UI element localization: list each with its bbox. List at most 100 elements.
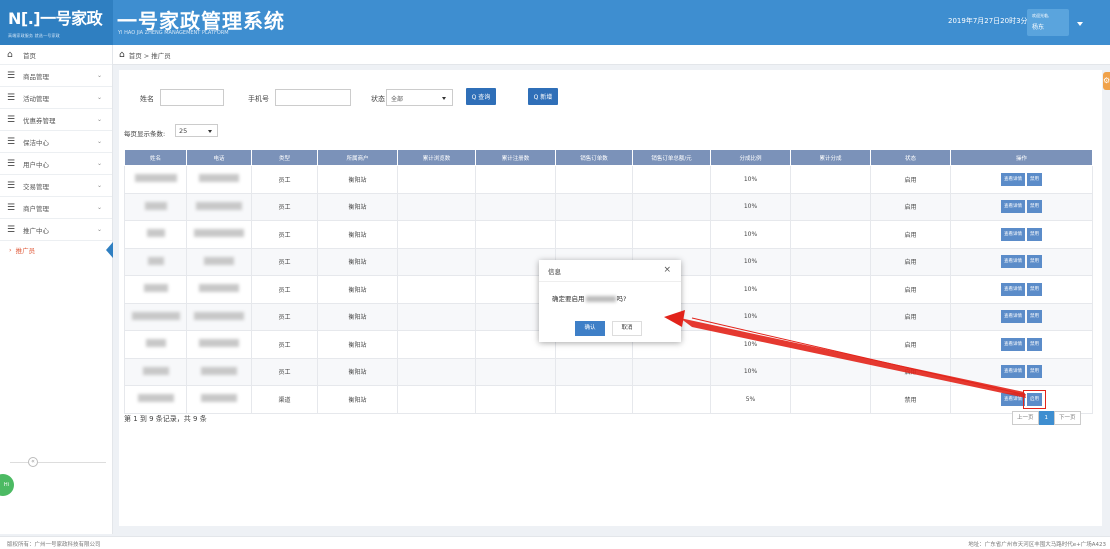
cell-registers bbox=[475, 220, 556, 249]
cell-phone bbox=[186, 302, 252, 331]
view-details-button[interactable]: 查看详情 bbox=[1001, 172, 1025, 186]
redacted-phone bbox=[199, 284, 239, 293]
cell-orders bbox=[555, 220, 633, 249]
dialog-message-start: 确定要启用 bbox=[552, 295, 585, 303]
sidebar-item-activities[interactable]: ☰ 活动管理 ⌄ bbox=[0, 87, 112, 109]
gear-icon[interactable]: ⚙ bbox=[1103, 72, 1110, 90]
column-header: 状态 bbox=[870, 149, 951, 166]
toggle-status-wrap: 禁用 bbox=[1026, 282, 1043, 296]
page-1-button[interactable]: 1 bbox=[1038, 411, 1055, 425]
add-button[interactable]: Q 新增 bbox=[528, 88, 558, 105]
sidebar-item-coupons[interactable]: ☰ 优惠券管理 ⌄ bbox=[0, 109, 112, 131]
confirm-button[interactable]: 确认 bbox=[575, 321, 605, 336]
cell-ratio: 10% bbox=[710, 247, 791, 276]
view-details-button[interactable]: 查看详情 bbox=[1001, 392, 1025, 406]
list-icon: ☰ bbox=[7, 180, 16, 191]
cell-orders bbox=[555, 165, 633, 194]
list-icon: ☰ bbox=[7, 136, 16, 147]
perpage-select[interactable]: 25 bbox=[175, 124, 218, 137]
dialog-message: 确定要启用 吗? bbox=[539, 282, 681, 303]
floating-help-button[interactable]: Hi bbox=[0, 474, 14, 496]
redacted-name bbox=[144, 201, 167, 210]
view-details-button[interactable]: 查看详情 bbox=[1001, 365, 1025, 379]
chevron-down-icon: ⌄ bbox=[96, 116, 102, 123]
view-details-button[interactable]: 查看详情 bbox=[1001, 200, 1025, 214]
home-icon[interactable]: ⌂ bbox=[119, 50, 125, 60]
toggle-status-button[interactable]: 禁用 bbox=[1027, 310, 1042, 324]
user-greeting: 欢迎光临, bbox=[1032, 13, 1050, 18]
sidebar-item-cleaning[interactable]: ☰ 保洁中心 ⌄ bbox=[0, 131, 112, 153]
redacted-name bbox=[143, 284, 168, 293]
cell-commission bbox=[790, 385, 871, 414]
redacted-name bbox=[131, 311, 180, 320]
view-details-button[interactable]: 查看详情 bbox=[1001, 337, 1025, 351]
name-input[interactable] bbox=[160, 89, 224, 106]
cell-type: 员工 bbox=[251, 192, 318, 221]
status-select[interactable]: 全部 bbox=[386, 89, 453, 106]
sidebar-item-products[interactable]: ☰ 商品管理 ⌄ bbox=[0, 65, 112, 87]
toggle-status-wrap: 禁用 bbox=[1026, 200, 1043, 214]
user-menu[interactable]: 欢迎光临, 杨东 bbox=[1027, 9, 1069, 36]
close-icon[interactable]: × bbox=[663, 265, 671, 275]
list-icon: ☰ bbox=[7, 224, 16, 235]
toggle-status-button[interactable]: 禁用 bbox=[1027, 227, 1042, 241]
view-details-button[interactable]: 查看详情 bbox=[1001, 310, 1025, 324]
cancel-button[interactable]: 取消 bbox=[612, 321, 642, 336]
toggle-status-button[interactable]: 禁用 bbox=[1027, 255, 1042, 269]
column-header: 销售订单数 bbox=[555, 149, 633, 166]
next-page-button[interactable]: 下一页 bbox=[1054, 411, 1081, 425]
query-button[interactable]: Q 查询 bbox=[466, 88, 496, 105]
view-details-button[interactable]: 查看详情 bbox=[1001, 282, 1025, 296]
cell-phone bbox=[186, 357, 252, 386]
list-icon: ☰ bbox=[7, 114, 16, 125]
view-details-button[interactable]: 查看详情 bbox=[1001, 255, 1025, 269]
cell-ratio: 10% bbox=[710, 275, 791, 304]
redacted-phone bbox=[199, 174, 239, 183]
view-details-button[interactable]: 查看详情 bbox=[1001, 227, 1025, 241]
list-icon: ☰ bbox=[7, 202, 16, 213]
cell-registers bbox=[475, 165, 556, 194]
redacted-name bbox=[142, 366, 169, 375]
cell-order-total bbox=[632, 165, 711, 194]
sidebar-item-promotion[interactable]: ☰ 推广中心 ⌄ bbox=[0, 219, 112, 241]
toggle-status-button[interactable]: 禁用 bbox=[1027, 172, 1042, 186]
cell-name bbox=[124, 192, 187, 221]
chevron-down-icon[interactable] bbox=[1077, 22, 1083, 26]
table-row: 渠道 衡阳站 5% 禁用 查看详情 启用 bbox=[124, 385, 1093, 414]
toggle-status-wrap: 禁用 bbox=[1026, 172, 1043, 186]
cell-order-total bbox=[632, 192, 711, 221]
sidebar-item-home[interactable]: ⌂ 首页 bbox=[0, 45, 112, 65]
cell-views bbox=[397, 275, 476, 304]
sidebar-item-label: 保洁中心 bbox=[23, 138, 49, 147]
table-row: 员工 衡阳站 10% 启用 查看详情 禁用 bbox=[124, 220, 1093, 249]
prev-page-button[interactable]: 上一页 bbox=[1012, 411, 1039, 425]
sidebar-item-label: 交易管理 bbox=[23, 182, 49, 191]
cell-type: 员工 bbox=[251, 220, 318, 249]
perpage-label: 每页显示条数: bbox=[124, 130, 166, 138]
table-row: 员工 衡阳站 10% 启用 查看详情 禁用 bbox=[124, 357, 1093, 386]
cell-status: 启用 bbox=[870, 192, 951, 221]
toggle-status-wrap: 禁用 bbox=[1026, 365, 1043, 379]
toggle-status-button[interactable]: 禁用 bbox=[1027, 365, 1042, 379]
pagination: 上一页 1 下一页 bbox=[1012, 411, 1081, 425]
toggle-status-button[interactable]: 禁用 bbox=[1027, 200, 1042, 214]
redacted-name bbox=[146, 229, 165, 238]
sidebar-subitem-promoters[interactable]: › 推广员 bbox=[0, 241, 113, 259]
phone-input[interactable] bbox=[275, 89, 351, 106]
logo[interactable]: N[.]一号家政 高端家政服务 就选一号家政 bbox=[0, 0, 113, 45]
sidebar-item-users[interactable]: ☰ 用户中心 ⌄ bbox=[0, 153, 112, 175]
sidebar-item-label: 用户中心 bbox=[23, 160, 49, 169]
logo-text: N[.]一号家政 bbox=[8, 9, 103, 28]
copyright-text: 版权所有：广州一号家政科技有限公司 bbox=[7, 542, 101, 548]
chevron-down-icon: ⌄ bbox=[96, 182, 102, 189]
redacted-name bbox=[137, 394, 174, 403]
redacted-phone bbox=[194, 229, 244, 238]
collapse-sidebar-button[interactable]: « bbox=[28, 457, 38, 467]
cell-actions: 查看详情 禁用 bbox=[950, 247, 1093, 276]
cell-status: 启用 bbox=[870, 275, 951, 304]
chevron-down-icon bbox=[442, 97, 446, 100]
toggle-status-button[interactable]: 禁用 bbox=[1027, 282, 1042, 296]
sidebar-item-merchants[interactable]: ☰ 商户管理 ⌄ bbox=[0, 197, 112, 219]
sidebar-item-trades[interactable]: ☰ 交易管理 ⌄ bbox=[0, 175, 112, 197]
toggle-status-button[interactable]: 禁用 bbox=[1027, 337, 1042, 351]
